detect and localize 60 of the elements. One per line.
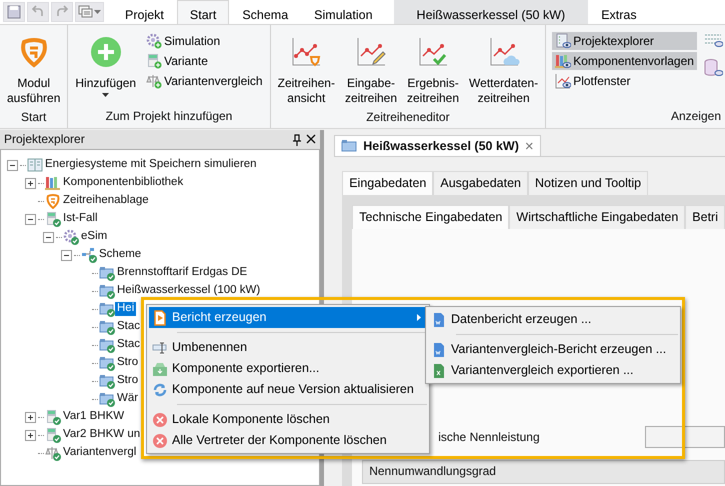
tab[interactable]: Technische Eingabedaten — [352, 205, 510, 229]
tree-item[interactable]: Variantenvergl — [61, 446, 138, 460]
document-tab[interactable]: Heißwasserkessel (50 kW) × — [334, 135, 541, 156]
ribbon-button[interactable]: Zeitreihen- ansicht — [274, 28, 338, 110]
tree-item[interactable]: Var2 BHKW un — [61, 428, 142, 442]
ribbon-tab[interactable]: Projekt — [112, 0, 177, 24]
tree-item[interactable]: Brennstofftarif Erdgas DE — [115, 266, 250, 280]
tree-item[interactable]: Energiesysteme mit Speichern simulieren — [43, 158, 259, 172]
tree-item[interactable]: eSim — [79, 230, 110, 244]
tree-item[interactable]: Stac — [115, 320, 142, 334]
panel-title: Projektexplorer — [4, 132, 85, 147]
section-header: Nennumwandlungsgrad — [362, 460, 725, 484]
tab[interactable]: Wirtschaftliche Eingabedaten — [509, 205, 686, 229]
menu-item[interactable]: Umbenennen — [149, 337, 427, 358]
tree-item[interactable]: Stac — [115, 338, 142, 352]
tree-item[interactable]: Stro — [115, 374, 140, 388]
tab-title: Heißwasserkessel (50 kW) — [363, 138, 519, 154]
group-label: Zum Projekt hinzufügen — [104, 108, 234, 125]
menu-item[interactable]: Datenbericht erzeugen ... — [428, 309, 678, 330]
menu-item[interactable]: Lokale Komponente löschen — [149, 409, 427, 430]
tab[interactable]: Betri — [685, 205, 725, 229]
tree-item[interactable]: Komponentenbibliothek — [61, 176, 186, 190]
tree-item[interactable]: Wär — [115, 392, 140, 406]
tree-item[interactable]: Hei — [115, 302, 136, 316]
ribbon-tab[interactable]: Start — [176, 0, 230, 24]
ribbon-button[interactable]: Variantenvergleich — [143, 72, 266, 90]
tree-item[interactable]: Scheme — [97, 248, 144, 262]
tab[interactable]: Notizen und Tooltip — [528, 171, 648, 195]
tree-item[interactable]: Stro — [115, 356, 140, 370]
tree-item[interactable]: Var1 BHKW — [61, 410, 126, 424]
group-label: Start — [20, 110, 48, 126]
field-label: ische Nennleistung — [438, 430, 540, 444]
ribbon-button[interactable]: Komponentenvorlagen — [552, 52, 697, 70]
ribbon-button[interactable]: Projektexplorer — [552, 32, 697, 50]
ribbon-button[interactable]: Hinzufügen — [72, 28, 140, 109]
menu-item[interactable]: Variantenvergleich exportieren ... — [428, 360, 678, 381]
ribbon-tab[interactable]: Heißwasserkessel (50 kW) — [394, 0, 588, 24]
ribbon-button[interactable]: Ergebnis- zeitreihen — [404, 28, 462, 110]
menu-item[interactable]: Bericht erzeugen — [149, 307, 427, 328]
ribbon-button[interactable]: Modul ausführen — [4, 28, 64, 110]
tab[interactable]: Ausgabedaten — [433, 171, 528, 195]
tree-item[interactable]: Ist-Fall — [61, 212, 100, 226]
close-button[interactable]: × — [524, 138, 534, 154]
ribbon-tab[interactable]: Extras — [588, 0, 650, 24]
tree-item[interactable]: Zeitreihenablage — [61, 194, 151, 208]
ribbon-tab[interactable]: Simulation — [301, 0, 386, 24]
ribbon-button[interactable]: Variante — [143, 52, 266, 70]
menu-item[interactable]: Alle Vertreter der Komponente löschen — [149, 430, 427, 451]
tab[interactable]: Eingabedaten — [342, 171, 434, 195]
menu-item[interactable]: Komponente auf neue Version aktualisieren — [149, 379, 427, 400]
menu-item[interactable]: Komponente exportieren... — [149, 358, 427, 379]
ribbon-tab[interactable]: Schema — [229, 0, 302, 24]
ribbon-button[interactable]: Simulation — [143, 32, 266, 50]
ribbon-button[interactable]: Plotfenster — [552, 72, 697, 90]
ribbon-button[interactable]: Eingabe- zeitreihen — [342, 28, 400, 110]
group-label: Zeitreiheneditor — [365, 110, 451, 126]
ribbon-button[interactable]: Wetterdaten- zeitreihen — [466, 28, 542, 110]
tree-item[interactable]: Heißwasserkessel (100 kW) — [115, 284, 262, 298]
menu-item[interactable]: Variantenvergleich-Bericht erzeugen ... — [428, 339, 678, 360]
group-label: Anzeigen — [670, 108, 721, 125]
